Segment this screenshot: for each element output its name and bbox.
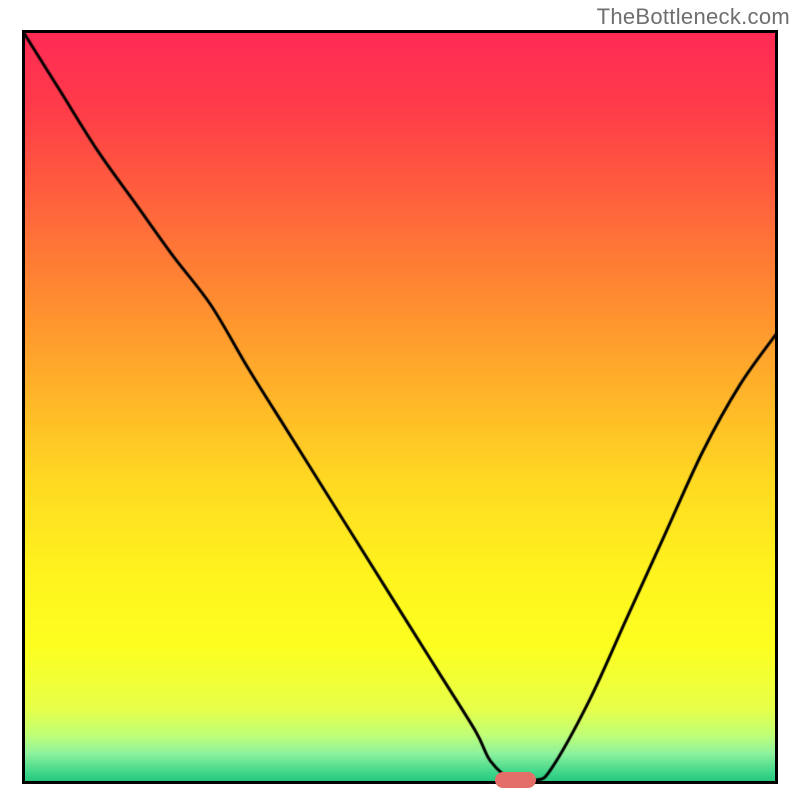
watermark-text: TheBottleneck.com (597, 4, 790, 30)
chart-container: TheBottleneck.com (0, 0, 800, 800)
optimal-range-marker (495, 772, 537, 788)
plot-frame (22, 30, 778, 784)
